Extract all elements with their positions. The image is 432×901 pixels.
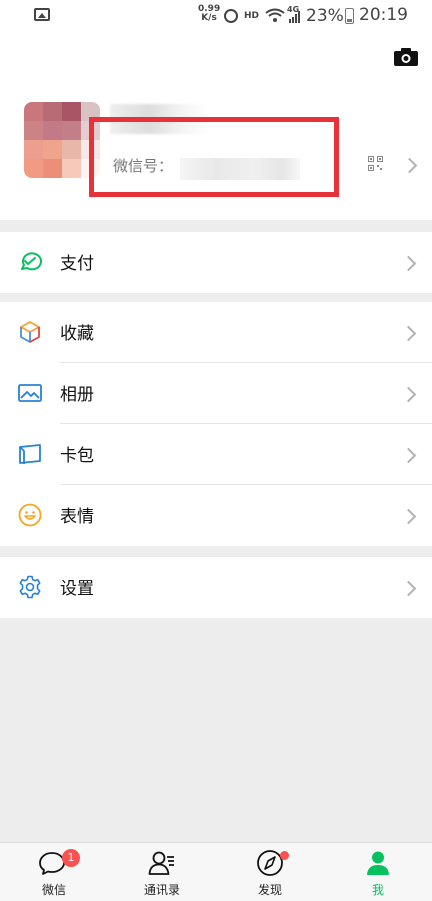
menu-item-stickers[interactable]: 表情 <box>0 485 432 546</box>
qr-code-icon[interactable] <box>368 156 383 171</box>
battery-icon <box>345 8 354 24</box>
menu-item-label: 支付 <box>60 254 94 274</box>
contacts-icon <box>148 851 174 875</box>
chevron-right-icon <box>401 157 418 174</box>
settings-gear-icon <box>19 575 41 599</box>
alarm-icon <box>224 9 238 23</box>
menu-item-settings[interactable]: 设置 <box>0 557 432 618</box>
tab-label: 发现 <box>257 883 282 897</box>
tab-label: 微信 <box>41 883 66 897</box>
bottom-tab-bar: 1 微信 通讯录 发现 我 <box>0 842 432 901</box>
unread-badge: 1 <box>62 849 80 867</box>
menu-group-main: 收藏 相册 卡包 表情 <box>0 302 432 546</box>
menu-group-pay: 支付 <box>0 232 432 293</box>
chevron-right-icon <box>400 580 417 597</box>
menu-item-label: 表情 <box>60 507 94 527</box>
tab-discover[interactable]: 发现 <box>216 843 324 901</box>
pay-icon <box>21 252 42 271</box>
menu-item-label: 相册 <box>60 385 94 405</box>
chevron-right-icon <box>400 386 417 403</box>
menu-item-pay[interactable]: 支付 <box>0 232 432 293</box>
status-bar: 0.99 K/s HD 4G 23% 20:19 <box>0 0 432 34</box>
card-pack-icon <box>19 444 41 464</box>
me-person-icon <box>367 851 389 875</box>
speed-unit: K/s <box>201 13 217 23</box>
highlight-box <box>89 117 339 197</box>
chat-bubble-icon <box>39 852 65 875</box>
sticker-icon <box>18 503 42 527</box>
menu-item-album[interactable]: 相册 <box>0 363 432 424</box>
chevron-right-icon <box>400 447 417 464</box>
clock: 20:19 <box>359 5 408 25</box>
menu-group-settings: 设置 <box>0 557 432 618</box>
camera-icon[interactable] <box>394 48 418 66</box>
menu-item-label: 设置 <box>60 579 94 599</box>
tab-me[interactable]: 我 <box>324 843 432 901</box>
battery-percent: 23% <box>306 6 344 26</box>
network-speed: 0.99 K/s <box>198 5 220 23</box>
profile-header[interactable]: 微信号： <box>0 34 432 220</box>
wifi-icon <box>265 8 285 22</box>
tab-chats[interactable]: 1 微信 <box>0 843 108 901</box>
favorites-icon <box>20 321 40 343</box>
tab-contacts[interactable]: 通讯录 <box>108 843 216 901</box>
menu-item-card-pack[interactable]: 卡包 <box>0 424 432 485</box>
chevron-right-icon <box>400 508 417 525</box>
menu-item-label: 卡包 <box>60 446 94 466</box>
menu-item-label: 收藏 <box>60 324 94 344</box>
signal-icon <box>289 11 300 23</box>
menu-item-favorites[interactable]: 收藏 <box>0 302 432 363</box>
tab-label: 通讯录 <box>143 883 180 897</box>
hd-indicator: HD <box>244 11 260 21</box>
new-indicator-dot <box>280 851 289 860</box>
album-icon <box>18 384 42 402</box>
chevron-right-icon <box>400 255 417 272</box>
image-icon <box>34 8 50 21</box>
tab-label: 我 <box>371 883 384 897</box>
chevron-right-icon <box>400 325 417 342</box>
